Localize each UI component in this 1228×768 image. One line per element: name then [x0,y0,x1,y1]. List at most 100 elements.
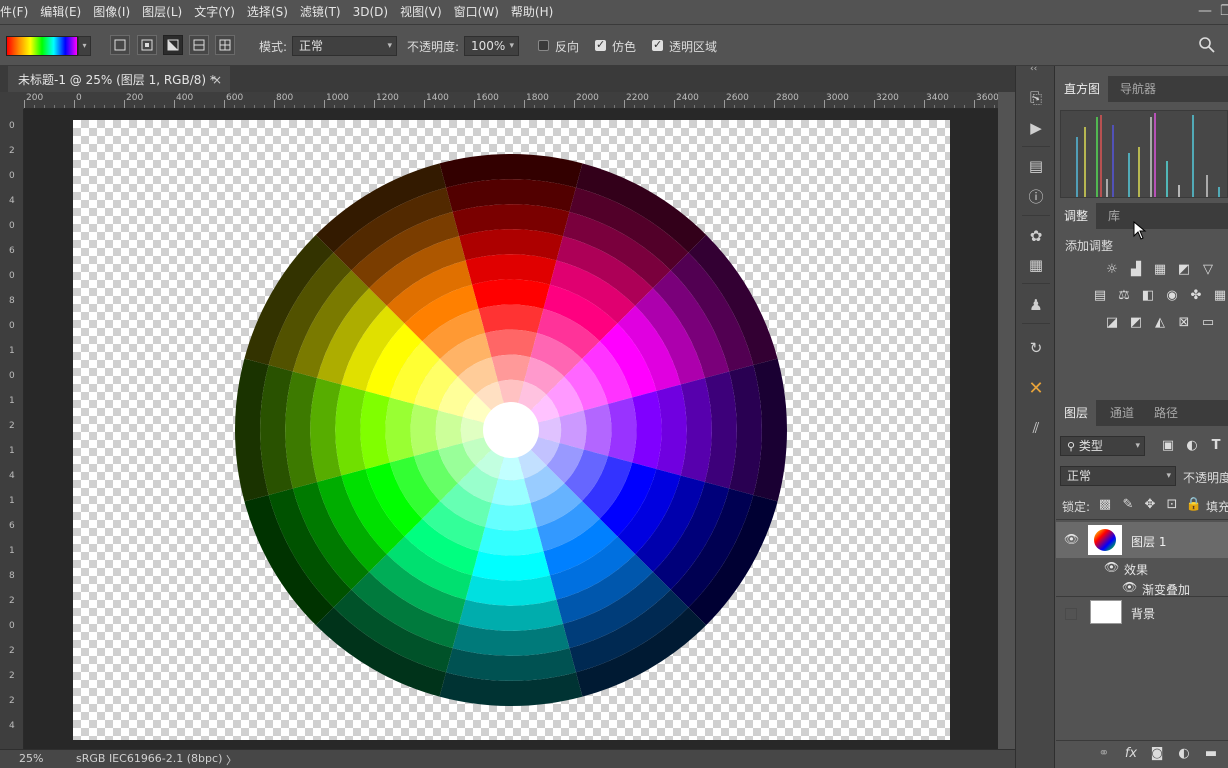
gradient-picker-button[interactable]: ▾ [78,36,91,56]
lock-move-icon[interactable]: ✥ [1141,497,1159,513]
blend-mode-dropdown[interactable]: 正常 ▾ [1060,466,1176,486]
ruler-tick [674,100,675,108]
new-group-icon[interactable]: ▬ [1202,746,1220,762]
add-mask-icon[interactable]: ◙ [1148,746,1166,762]
menu-select[interactable]: 选择(S) [241,0,294,24]
filter-type-icon[interactable]: T [1207,438,1225,454]
info-icon[interactable]: ⓘ [1024,185,1048,209]
layer-row-background[interactable]: 背景 [1056,597,1228,631]
threshold-icon[interactable]: ◭ [1151,315,1169,331]
photo-filter-icon[interactable]: ◉ [1163,288,1181,304]
layer-row-layer1[interactable]: 👁 图层 1 [1056,522,1228,558]
tab-channels[interactable]: 通道 [1102,400,1142,426]
diamond-gradient-button[interactable] [215,35,235,55]
history-icon[interactable]: ⎘ [1024,86,1048,110]
vibrance-icon[interactable]: ▽ [1199,262,1217,278]
add-adjustment-label: 添加调整 [1065,239,1114,253]
ruler-label: 6 [9,521,15,531]
menu-image[interactable]: 图像(I) [87,0,136,24]
color-balance-icon[interactable]: ⚖ [1115,288,1133,304]
opacity-input[interactable]: 100% ▾ [464,36,519,56]
swatches-palette-icon[interactable]: ✿ [1024,224,1048,248]
filter-adjustment-icon[interactable]: ◐ [1183,438,1201,454]
vertical-scrollbar[interactable] [998,92,1015,749]
filter-image-icon[interactable]: ▣ [1159,438,1177,454]
tab-navigator[interactable]: 导航器 [1112,76,1164,102]
tab-histogram[interactable]: 直方图 [1056,76,1109,102]
exposure-icon[interactable]: ◩ [1175,262,1193,278]
black-white-icon[interactable]: ◧ [1139,288,1157,304]
gradient-map-icon[interactable]: ▭ [1199,315,1217,331]
reverse-checkbox[interactable] [538,40,549,51]
rotate-icon[interactable]: ↻ [1024,336,1048,360]
grid-icon[interactable]: ▦ [1024,253,1048,277]
dither-checkbox[interactable] [595,38,606,51]
reflected-gradient-button[interactable] [189,35,209,55]
lock-transparent-icon[interactable]: ▩ [1096,497,1114,513]
tab-library[interactable]: 库 [1100,203,1128,229]
gradient-preview[interactable] [6,36,78,56]
reverse-label: 反向 [555,40,580,54]
collapse-panels-icon[interactable]: ‹‹ [1030,64,1037,74]
document-canvas[interactable] [73,120,950,740]
color-lookup-icon[interactable]: ▦ [1211,288,1228,304]
menu-view[interactable]: 视图(V) [394,0,448,24]
search-icon[interactable] [1198,36,1216,54]
posterize-icon[interactable]: ◩ [1127,315,1145,331]
menu-layer[interactable]: 图层(L) [136,0,188,24]
curves-icon[interactable]: ▦ [1151,262,1169,278]
clone-source-icon[interactable]: ♟ [1024,293,1048,317]
eye-icon[interactable]: 👁 [1064,532,1079,546]
channel-mixer-icon[interactable]: ✤ [1187,288,1205,304]
invert-icon[interactable]: ◪ [1103,315,1121,331]
radial-gradient-button[interactable] [137,35,157,55]
close-icon[interactable]: × [212,68,222,92]
link-layers-icon[interactable]: ⚭ [1095,746,1113,762]
mode-dropdown[interactable]: 正常 ▾ [292,36,397,56]
minimize-icon[interactable]: — [1192,0,1218,24]
actions-play-icon[interactable]: ▶ [1024,116,1048,140]
horizontal-ruler[interactable]: 200 0 200 400 600 800 1000 1200 1400 1600 1800 2000… [24,92,998,109]
eye-icon[interactable]: 👁 [1122,580,1137,594]
ruler-label: 2800 [776,93,799,103]
ruler-label: 200 [126,93,144,103]
status-arrow-icon[interactable]: 〉 [226,752,237,768]
menu-window[interactable]: 窗口(W) [448,0,505,24]
brush-presets-icon[interactable]: ⫽ [1024,416,1048,440]
color-wheel-segment [632,391,662,469]
angle-gradient-button[interactable] [163,35,183,55]
vertical-ruler[interactable]: 0 2 0 4 0 6 0 8 0 1 0 1 2 1 4 1 6 1 8 2 0 2 2 2 4 [0,109,24,749]
brush-tools-icon[interactable]: ✕ [1024,377,1048,401]
restore-icon[interactable]: ❐ [1220,0,1228,24]
tab-adjustments[interactable]: 调整 [1056,203,1097,229]
chevron-down-icon: ▾ [1135,441,1140,451]
transparency-checkbox[interactable] [652,38,663,51]
tab-layers[interactable]: 图层 [1056,400,1097,426]
hue-saturation-icon[interactable]: ▤ [1091,288,1109,304]
lock-paint-icon[interactable]: ✎ [1119,497,1137,513]
zoom-level[interactable]: 25% [19,752,43,765]
selective-color-icon[interactable]: ⊠ [1175,315,1193,331]
menu-edit[interactable]: 编辑(E) [34,0,87,24]
menu-file[interactable]: 件(F) [0,0,34,24]
linear-gradient-button[interactable] [110,35,130,55]
eye-icon[interactable]: 👁 [1104,560,1119,574]
lock-artboard-icon[interactable]: ⊡ [1163,497,1181,513]
gradient-overlay-row[interactable]: 👁 渐变叠加 [1056,578,1228,598]
visibility-toggle[interactable] [1065,608,1077,620]
menu-3d[interactable]: 3D(D) [347,0,394,24]
fx-icon[interactable]: fx [1122,746,1140,762]
levels-icon[interactable]: ▟ [1127,262,1145,278]
menu-type[interactable]: 文字(Y) [188,0,241,24]
document-tab[interactable]: 未标题-1 @ 25% (图层 1, RGB/8) * × [8,66,230,92]
menu-filter[interactable]: 滤镜(T) [294,0,347,24]
lock-all-icon[interactable]: 🔒 [1185,497,1203,513]
brightness-icon[interactable]: ☼ [1103,262,1121,278]
properties-icon[interactable]: ▤ [1024,154,1048,178]
tab-paths[interactable]: 路径 [1146,400,1186,426]
new-adjustment-icon[interactable]: ◐ [1175,746,1193,762]
menu-help[interactable]: 帮助(H) [505,0,559,24]
ruler-label: 2400 [676,93,699,103]
layer-filter-dropdown[interactable]: ⚲ 类型 ▾ [1060,436,1145,456]
layer-effects-row[interactable]: 👁 效果 [1056,558,1228,578]
